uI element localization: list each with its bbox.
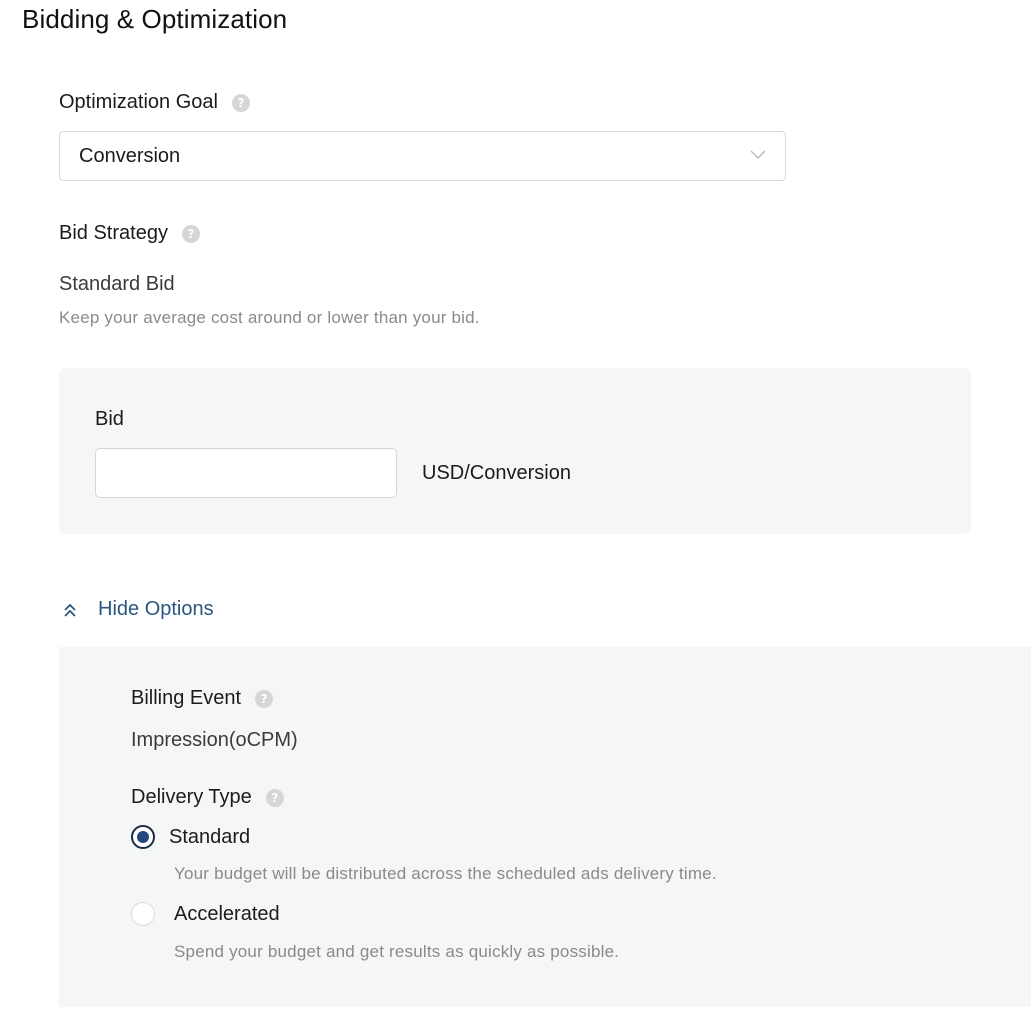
section-title: Bidding & Optimization: [22, 4, 288, 34]
radio-unchecked-icon[interactable]: [131, 902, 155, 926]
delivery-type-accelerated-label: Accelerated: [174, 902, 280, 925]
question-circle-icon[interactable]: ?: [255, 689, 274, 708]
optimization-goal-label-text: Optimization Goal: [59, 91, 218, 113]
bid-unit-label: USD/Conversion: [422, 462, 571, 484]
hide-options-toggle[interactable]: Hide Options: [62, 598, 214, 621]
bid-panel: Bid USD/Conversion: [59, 368, 971, 534]
question-circle-icon[interactable]: ?: [231, 93, 250, 112]
chevron-down-icon: [750, 150, 766, 159]
optimization-goal-selected-value: Conversion: [79, 144, 181, 167]
bid-label: Bid: [95, 408, 124, 430]
billing-event-label-text: Billing Event: [131, 687, 242, 709]
billing-event-value: Impression(oCPM): [131, 729, 298, 751]
hide-options-label: Hide Options: [98, 598, 214, 620]
bidding-optimization-page: Bidding & Optimization Optimization Goal…: [0, 0, 1031, 1025]
question-circle-icon[interactable]: ?: [181, 224, 200, 243]
delivery-type-standard-label: Standard: [169, 825, 251, 848]
delivery-type-standard-description: Your budget will be distributed across t…: [174, 864, 717, 883]
billing-event-label: Billing Event ?: [131, 687, 274, 710]
optimization-goal-select[interactable]: Conversion: [59, 131, 786, 181]
radio-checked-icon[interactable]: [131, 825, 155, 849]
delivery-type-label: Delivery Type ?: [131, 786, 284, 809]
optimization-goal-label: Optimization Goal ?: [59, 91, 250, 114]
bid-strategy-hint: Keep your average cost around or lower t…: [59, 308, 480, 327]
delivery-type-label-text: Delivery Type: [131, 786, 252, 808]
bid-strategy-value: Standard Bid: [59, 273, 175, 295]
question-circle-icon[interactable]: ?: [265, 788, 284, 807]
double-chevron-up-icon: [64, 603, 76, 617]
bid-strategy-label: Bid Strategy ?: [59, 222, 200, 245]
bid-input[interactable]: [95, 448, 397, 498]
bid-strategy-label-text: Bid Strategy: [59, 222, 168, 244]
delivery-type-standard-radio[interactable]: Standard: [131, 825, 250, 849]
advanced-options-panel: Billing Event ? Impression(oCPM) Deliver…: [59, 647, 1031, 1007]
delivery-type-accelerated-description: Spend your budget and get results as qui…: [174, 942, 620, 961]
delivery-type-accelerated-radio[interactable]: Accelerated: [131, 902, 280, 926]
